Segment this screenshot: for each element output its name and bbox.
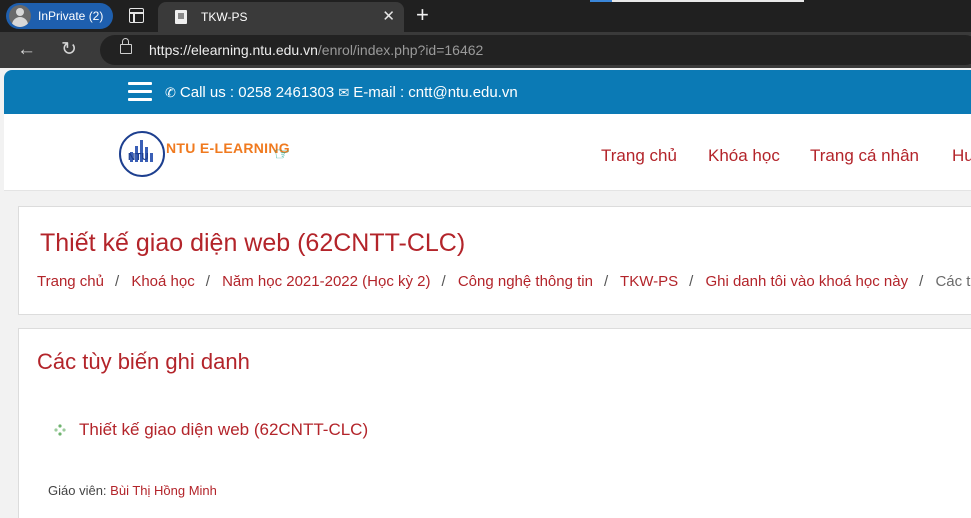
inprivate-badge[interactable]: InPrivate (2): [6, 3, 113, 29]
contact-email: E-mail : cntt@ntu.edu.vn: [353, 84, 518, 101]
profile-avatar-icon: [9, 5, 31, 27]
browser-tab-active[interactable]: TKW-PS ✕: [158, 2, 404, 32]
course-icon: [54, 424, 66, 436]
breadcrumb-enrol[interactable]: Ghi danh tôi vào khoá học này: [705, 273, 908, 290]
teacher-info: Giáo viên: Bùi Thị Hồng Minh: [48, 483, 217, 498]
ntu-logo-emblem: NTU: [119, 131, 165, 177]
page-header-card: Thiết kế giao diện web (62CNTT-CLC) Tran…: [18, 206, 971, 315]
nav-home[interactable]: Trang chủ: [601, 146, 677, 166]
page-favicon-icon: [175, 10, 187, 24]
breadcrumb-courses[interactable]: Khoá học: [131, 273, 194, 290]
url-text[interactable]: https://elearning.ntu.edu.vn/enrol/index…: [149, 42, 483, 58]
tab-title: TKW-PS: [201, 10, 248, 24]
breadcrumb-year[interactable]: Năm học 2021-2022 (Học kỳ 2): [222, 273, 430, 290]
logo-mark: NTU: [128, 152, 149, 163]
reload-icon[interactable]: ↻: [61, 38, 77, 61]
breadcrumb-current: Các tù: [935, 273, 971, 290]
logo-bar: [150, 153, 153, 162]
nav-more[interactable]: Hư: [952, 146, 971, 166]
site-topbar: ✆ Call us : 0258 2461303 ✉ E-mail : cntt@n…: [4, 70, 971, 114]
loading-indicator: [590, 0, 612, 2]
site-header: NTU NTU E-LEARNING ☞ Trang chủ Khóa học …: [4, 114, 971, 191]
new-tab-icon[interactable]: +: [416, 3, 429, 27]
course-link[interactable]: Thiết kế giao diện web (62CNTT-CLC): [79, 420, 368, 440]
page-title: Thiết kế giao diện web (62CNTT-CLC): [40, 229, 466, 257]
inprivate-label: InPrivate (2): [38, 9, 104, 23]
web-page: ✆ Call us : 0258 2461303 ✉ E-mail : cntt@n…: [4, 70, 971, 518]
address-toolbar: ← ↻ https://elearning.ntu.edu.vn/enrol/i…: [0, 32, 971, 68]
url-path: /enrol/index.php?id=16462: [317, 42, 484, 58]
enrol-options-card: Các tùy biến ghi danh Thiết kế giao diện…: [18, 328, 971, 518]
breadcrumb-course[interactable]: TKW-PS: [620, 273, 678, 290]
nav-courses[interactable]: Khóa học: [708, 146, 780, 166]
logo-text: NTU E-LEARNING: [166, 140, 290, 156]
contact-phone: Call us : 0258 2461303: [179, 84, 335, 101]
menu-hamburger-icon[interactable]: [128, 82, 152, 102]
breadcrumb: Trang chủ / Khoá học / Năm học 2021-2022 (…: [37, 273, 971, 290]
breadcrumb-home[interactable]: Trang chủ: [37, 273, 104, 290]
tab-actions-icon[interactable]: [129, 8, 144, 23]
pointer-hand-icon: ☞: [274, 144, 291, 164]
address-bar[interactable]: https://elearning.ntu.edu.vn/enrol/index…: [100, 35, 971, 65]
breadcrumb-category[interactable]: Công nghệ thông tin: [458, 273, 593, 290]
phone-icon: ✆: [165, 85, 176, 100]
teacher-label: Giáo viên:: [48, 483, 107, 498]
envelope-icon: ✉: [338, 85, 350, 100]
url-host: https://elearning.ntu.edu.vn: [149, 42, 318, 58]
loading-strip: [612, 0, 804, 2]
section-heading: Các tùy biến ghi danh: [37, 349, 250, 374]
tab-close-icon[interactable]: ✕: [382, 7, 395, 25]
teacher-name-link[interactable]: Bùi Thị Hồng Minh: [110, 483, 217, 498]
browser-tab-strip: InPrivate (2) TKW-PS ✕ +: [0, 0, 971, 32]
site-logo[interactable]: NTU NTU E-LEARNING ☞: [119, 130, 309, 177]
back-arrow-icon[interactable]: ←: [17, 39, 36, 61]
nav-profile[interactable]: Trang cá nhân: [810, 146, 919, 166]
lock-icon[interactable]: [120, 38, 132, 54]
contact-info: ✆ Call us : 0258 2461303 ✉ E-mail : cntt@n…: [165, 84, 518, 101]
